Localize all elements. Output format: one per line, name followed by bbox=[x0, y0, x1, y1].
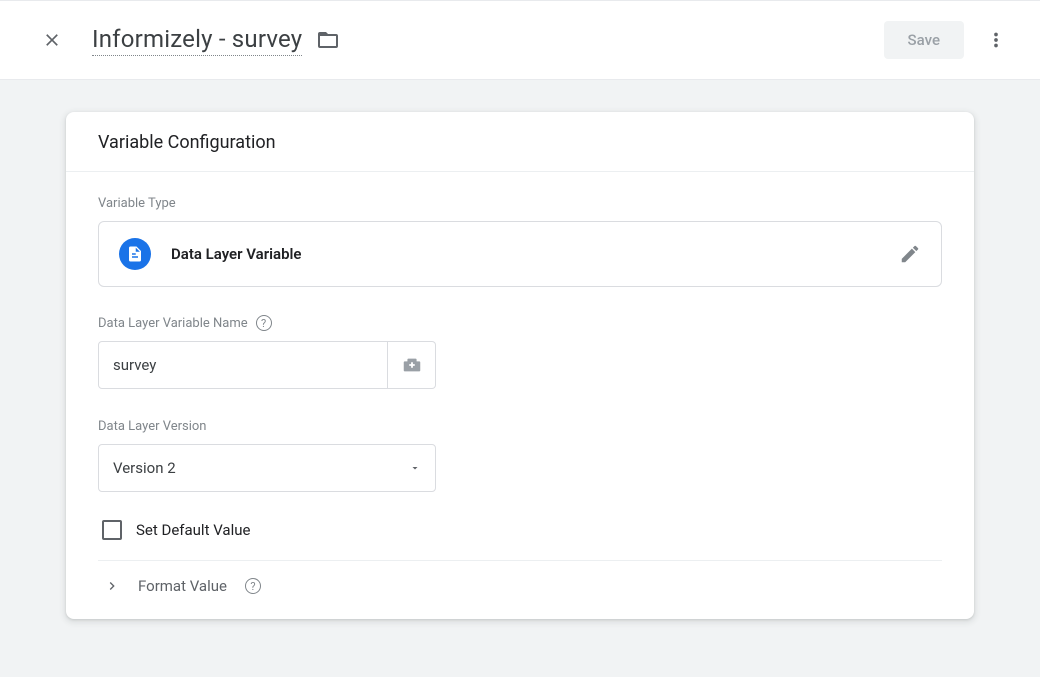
variable-name-input[interactable] bbox=[98, 341, 388, 389]
pencil-icon bbox=[899, 243, 921, 265]
variable-config-card: Variable Configuration Variable Type Dat… bbox=[66, 112, 974, 619]
folder-icon bbox=[316, 28, 340, 52]
chevron-down-icon bbox=[409, 462, 421, 474]
version-value: Version 2 bbox=[113, 459, 176, 477]
folder-button[interactable] bbox=[316, 28, 340, 52]
more-vert-icon bbox=[985, 29, 1007, 51]
variable-type-label: Variable Type bbox=[98, 196, 942, 211]
save-button[interactable]: Save bbox=[884, 21, 964, 59]
close-icon bbox=[42, 30, 62, 50]
insert-variable-button[interactable] bbox=[388, 341, 436, 389]
set-default-checkbox[interactable]: Set Default Value bbox=[102, 520, 942, 540]
card-title: Variable Configuration bbox=[66, 112, 974, 171]
help-icon[interactable]: ? bbox=[245, 578, 261, 594]
version-select[interactable]: Version 2 bbox=[98, 444, 436, 492]
format-value-toggle[interactable]: Format Value ? bbox=[98, 561, 942, 607]
variable-type-value: Data Layer Variable bbox=[171, 245, 879, 263]
chevron-right-icon bbox=[104, 578, 120, 594]
set-default-label: Set Default Value bbox=[136, 521, 250, 539]
version-label: Data Layer Version bbox=[98, 419, 942, 434]
card-body: Variable Type Data Layer Variable Data L… bbox=[66, 172, 974, 619]
variable-type-selector[interactable]: Data Layer Variable bbox=[98, 221, 942, 287]
app-bar: Informizely - survey Save bbox=[0, 0, 1040, 80]
edit-type-button[interactable] bbox=[899, 243, 921, 265]
variable-name-row bbox=[98, 341, 942, 389]
brick-plus-icon bbox=[401, 354, 423, 376]
title-wrap: Informizely - survey bbox=[92, 25, 884, 56]
page-title[interactable]: Informizely - survey bbox=[92, 25, 302, 56]
data-layer-icon bbox=[119, 238, 151, 270]
more-menu-button[interactable] bbox=[976, 20, 1016, 60]
format-value-label: Format Value bbox=[138, 577, 227, 595]
help-icon[interactable]: ? bbox=[256, 315, 272, 331]
close-button[interactable] bbox=[32, 20, 72, 60]
checkbox-icon bbox=[102, 520, 122, 540]
variable-name-label: Data Layer Variable Name ? bbox=[98, 315, 942, 331]
